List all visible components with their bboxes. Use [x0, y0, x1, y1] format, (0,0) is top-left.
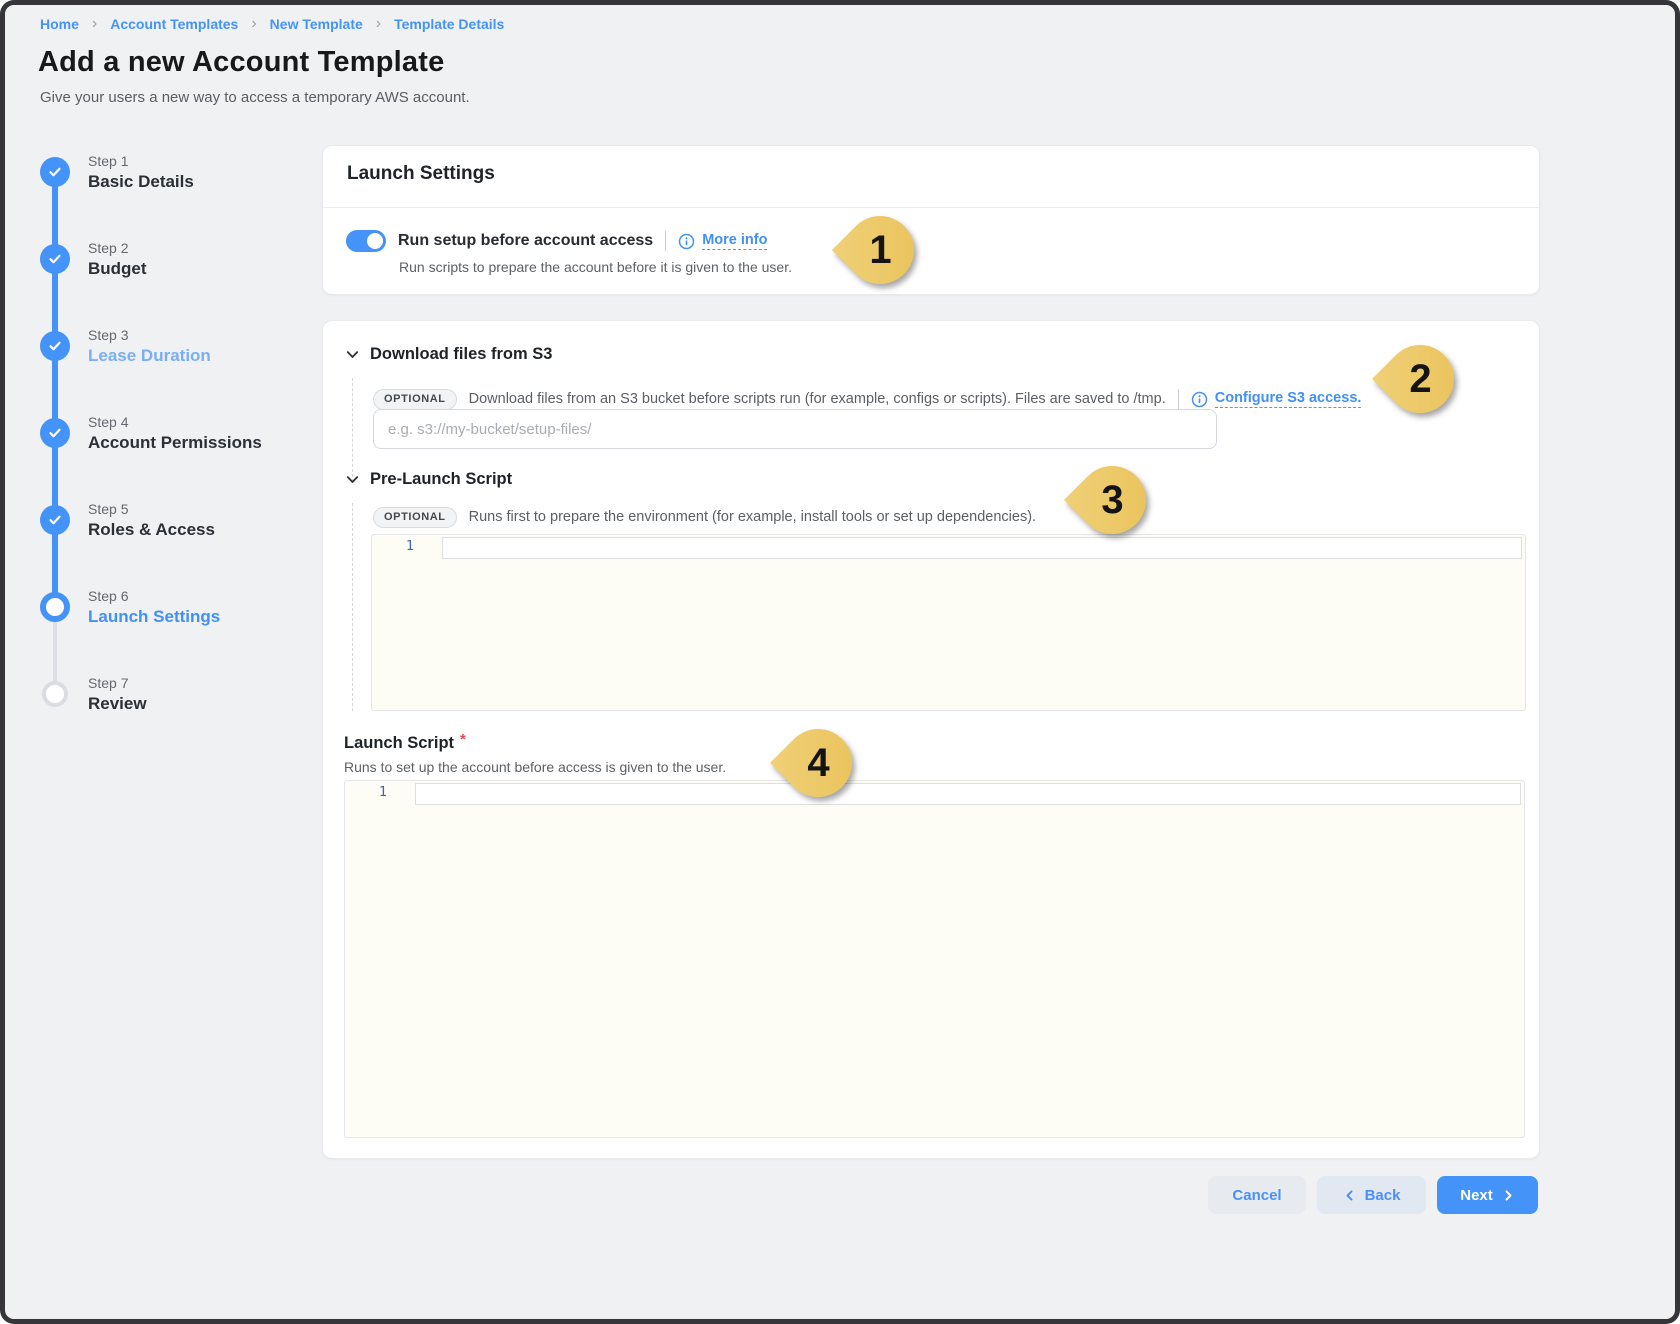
pre-launch-section-title: Pre-Launch Script — [370, 470, 512, 489]
step-title: Roles & Access — [88, 520, 320, 540]
section-guide-line — [352, 503, 353, 711]
step-label: Step 6 — [88, 588, 320, 604]
step-label: Step 1 — [88, 153, 320, 169]
callout-shape: 3 — [1064, 452, 1160, 548]
toggle-knob — [367, 233, 383, 249]
divider — [665, 231, 666, 251]
callout-shape: 4 — [770, 715, 866, 811]
more-info-link[interactable]: More info — [702, 232, 767, 250]
editor-gutter: 1 — [345, 781, 415, 1137]
chevron-right-icon: › — [92, 17, 97, 31]
pre-launch-section-header[interactable]: Pre-Launch Script — [345, 470, 512, 489]
card-title: Launch Settings — [347, 163, 495, 185]
configure-s3-access-link[interactable]: Configure S3 access. — [1215, 390, 1362, 408]
optional-badge: OPTIONAL — [373, 507, 457, 528]
stepper: Step 1 Basic Details Step 2 Budget Step 3 L… — [40, 145, 320, 795]
stepper-step-lease-duration[interactable]: Step 3 Lease Duration — [40, 324, 320, 388]
cancel-button[interactable]: Cancel — [1208, 1176, 1306, 1214]
current-step-dot — [40, 592, 70, 622]
section-guide-line — [352, 378, 353, 482]
step-title: Launch Settings — [88, 607, 320, 627]
check-icon — [40, 505, 70, 535]
required-asterisk: * — [460, 731, 466, 748]
breadcrumb-home[interactable]: Home — [40, 16, 79, 32]
check-icon — [40, 418, 70, 448]
s3-section-title: Download files from S3 — [370, 345, 552, 364]
chevron-right-icon — [1502, 1189, 1515, 1202]
step-title: Lease Duration — [88, 346, 320, 366]
callout-3: 3 — [1078, 466, 1146, 534]
s3-bucket-input[interactable] — [373, 409, 1217, 449]
stepper-step-roles-access[interactable]: Step 5 Roles & Access — [40, 498, 320, 562]
launch-script-title-row: Launch Script * — [344, 734, 466, 753]
divider — [1178, 389, 1179, 409]
page: Home › Account Templates › New Template … — [0, 0, 1680, 1324]
editor-active-line — [415, 783, 1521, 805]
footer-actions: Cancel Back Next — [1208, 1176, 1538, 1214]
stepper-step-launch-settings[interactable]: Step 6 Launch Settings — [40, 585, 320, 649]
run-setup-toggle[interactable] — [346, 230, 386, 252]
callout-2: 2 — [1386, 345, 1454, 413]
chevron-right-icon: › — [251, 17, 256, 31]
toggle-description: Run scripts to prepare the account befor… — [399, 259, 792, 275]
chevron-right-icon: › — [376, 17, 381, 31]
breadcrumb-template-details[interactable]: Template Details — [394, 16, 504, 32]
chevron-down-icon[interactable] — [345, 472, 360, 487]
page-title: Add a new Account Template — [38, 46, 444, 79]
pre-launch-description: Runs first to prepare the environment (f… — [469, 509, 1036, 525]
step-label: Step 4 — [88, 414, 320, 430]
step-title: Basic Details — [88, 172, 320, 192]
callout-shape: 1 — [832, 202, 928, 298]
launch-script-description: Runs to set up the account before access… — [344, 759, 726, 775]
check-icon — [40, 157, 70, 187]
page-subtitle: Give your users a new way to access a te… — [40, 89, 470, 106]
pre-launch-code-editor[interactable]: 1 — [371, 534, 1526, 711]
divider — [323, 207, 1539, 208]
s3-section-header[interactable]: Download files from S3 — [345, 345, 552, 364]
editor-gutter: 1 — [372, 535, 442, 710]
breadcrumb-new-template[interactable]: New Template — [270, 16, 363, 32]
step-label: Step 3 — [88, 327, 320, 343]
launch-script-title: Launch Script — [344, 734, 454, 753]
launch-settings-card: Launch Settings Run setup before account… — [322, 145, 1540, 295]
callout-shape: 2 — [1372, 331, 1468, 427]
upcoming-step-dot — [42, 681, 68, 707]
step-title: Budget — [88, 259, 320, 279]
callout-1: 1 — [846, 216, 914, 284]
optional-badge: OPTIONAL — [373, 389, 457, 410]
toggle-label: Run setup before account access — [398, 232, 653, 250]
callout-4: 4 — [784, 729, 852, 797]
step-title: Account Permissions — [88, 433, 320, 453]
check-icon — [40, 331, 70, 361]
stepper-step-basic-details[interactable]: Step 1 Basic Details — [40, 150, 320, 214]
step-title: Review — [88, 694, 320, 714]
breadcrumb-account-templates[interactable]: Account Templates — [110, 16, 238, 32]
stepper-step-review[interactable]: Step 7 Review — [40, 672, 320, 736]
step-label: Step 7 — [88, 675, 320, 691]
scripts-card: Download files from S3 OPTIONAL Download… — [322, 320, 1540, 1159]
info-icon[interactable] — [678, 233, 695, 250]
back-button[interactable]: Back — [1317, 1176, 1426, 1214]
info-icon[interactable] — [1191, 391, 1208, 408]
stepper-step-account-permissions[interactable]: Step 4 Account Permissions — [40, 411, 320, 475]
step-label: Step 2 — [88, 240, 320, 256]
s3-section-description: Download files from an S3 bucket before … — [469, 391, 1166, 407]
line-number: 1 — [345, 781, 415, 800]
launch-script-code-editor[interactable]: 1 — [344, 780, 1525, 1138]
editor-active-line — [442, 537, 1522, 559]
check-icon — [40, 244, 70, 274]
breadcrumb: Home › Account Templates › New Template … — [40, 16, 504, 32]
next-button[interactable]: Next — [1437, 1176, 1538, 1214]
line-number: 1 — [372, 535, 442, 554]
step-label: Step 5 — [88, 501, 320, 517]
chevron-left-icon — [1343, 1189, 1356, 1202]
stepper-step-budget[interactable]: Step 2 Budget — [40, 237, 320, 301]
chevron-down-icon[interactable] — [345, 347, 360, 362]
